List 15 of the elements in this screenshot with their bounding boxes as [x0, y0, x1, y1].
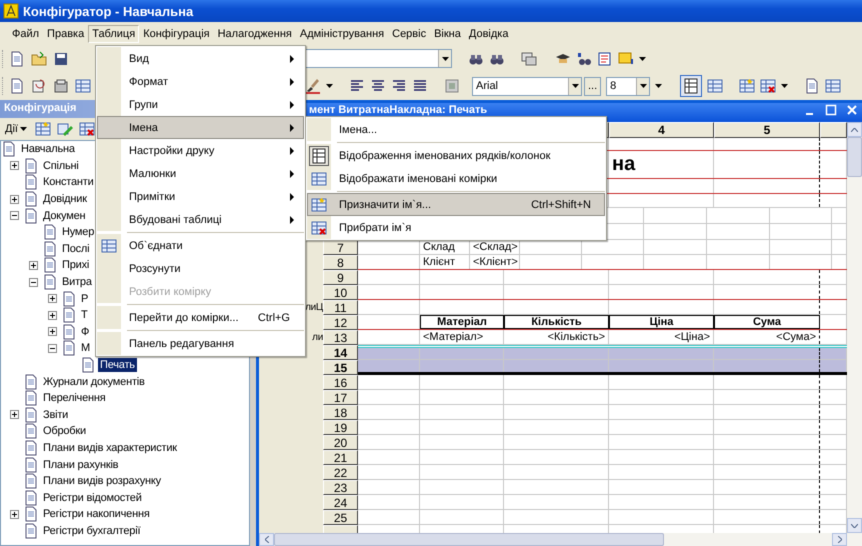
area-name: ли: [311, 331, 323, 345]
table-cell: Матеріал: [420, 315, 504, 329]
table-cell: Кількість: [504, 315, 609, 329]
table-cell: <Ціна>: [609, 330, 714, 344]
area-name: лиЦ: [304, 301, 323, 315]
child-window-title: мент ВитратнаНакладна: Печать: [309, 104, 488, 116]
table-cell: <Матеріал>: [420, 330, 504, 344]
table-cell: Ціна: [609, 315, 714, 329]
table-cell: <Клієнт>: [470, 255, 520, 269]
title-text: на: [609, 151, 714, 178]
table-cell: Клієнт: [420, 255, 470, 269]
window-title: Конфігуратор - Навчальна: [23, 4, 194, 18]
table-cell: Сума: [714, 315, 820, 329]
table-cell: <Сума>: [714, 330, 820, 344]
table-cell: <Кількість>: [504, 330, 609, 344]
